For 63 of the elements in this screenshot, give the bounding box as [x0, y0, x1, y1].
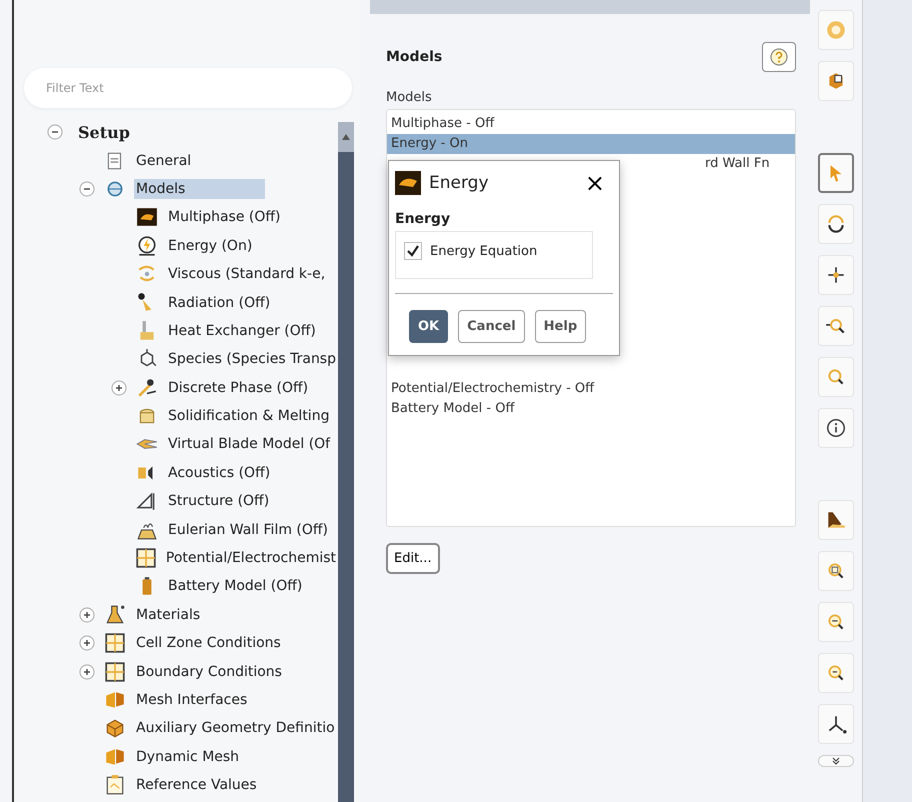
info-icon — [825, 417, 847, 439]
expander-toggle[interactable] — [111, 380, 127, 396]
tree-item[interactable]: Discrete Phase (Off) — [166, 378, 310, 398]
help-icon — [769, 47, 789, 67]
tree-item[interactable]: Solidification & Melting — [166, 406, 332, 426]
tree-item[interactable]: Potential/Electrochemist — [164, 548, 338, 568]
caret-icon — [342, 134, 350, 140]
tree-item[interactable]: Energy (On) — [166, 236, 254, 256]
tree-item[interactable]: Eulerian Wall Film (Off) — [166, 520, 330, 540]
list-item[interactable]: Potential/Electrochemistry - Off — [387, 379, 795, 399]
grid-icon — [135, 547, 158, 570]
edit-button[interactable]: Edit... — [386, 543, 440, 574]
tree-item[interactable]: Multiphase (Off) — [166, 207, 283, 228]
tree-item[interactable]: Acoustics (Off) — [166, 462, 272, 483]
tree-item[interactable]: Materials — [134, 604, 202, 625]
expander-toggle[interactable] — [79, 664, 95, 680]
tree-item[interactable]: Models — [134, 178, 266, 199]
tree-item[interactable]: Radiation (Off) — [166, 292, 272, 313]
lightning-icon — [136, 234, 158, 257]
tree-item[interactable]: Dynamic Mesh — [134, 746, 242, 767]
tree-item[interactable]: Boundary Conditions — [134, 662, 284, 682]
grid-icon — [104, 632, 126, 654]
flask-icon — [104, 604, 126, 626]
tree-item[interactable]: General — [134, 150, 194, 171]
grid-icon — [104, 660, 126, 683]
tree-item[interactable]: Reference Values — [134, 775, 259, 796]
scrollbar[interactable] — [338, 122, 354, 802]
cube-icon — [104, 717, 126, 740]
expander-toggle[interactable] — [47, 124, 63, 140]
checkbox[interactable] — [404, 242, 422, 260]
tree-item[interactable]: Structure (Off) — [166, 491, 272, 512]
expander-toggle[interactable] — [79, 180, 95, 197]
expander-toggle[interactable] — [79, 606, 95, 623]
tree-item[interactable]: Mesh Interfaces — [134, 690, 250, 710]
expander-toggle[interactable] — [79, 635, 95, 652]
tile-icon — [395, 171, 421, 195]
tile-icon — [136, 206, 158, 228]
tree-item[interactable]: Viscous (Standard k-e, — [166, 264, 328, 284]
close-button[interactable]: × — [576, 171, 613, 195]
list-item[interactable]: Energy - On — [387, 134, 795, 154]
dialog-button[interactable]: Cancel — [458, 310, 525, 343]
list-item[interactable]: Battery Model - Off — [387, 399, 795, 419]
tree-item[interactable]: Virtual Blade Model (Of — [166, 434, 332, 454]
group-label: Energy — [395, 211, 452, 227]
list-label: Models — [386, 90, 433, 105]
dialog-button[interactable]: Help — [534, 310, 586, 343]
checkbox-label: Energy Equation — [430, 244, 538, 258]
dialog-title: Energy — [429, 173, 490, 193]
dialog-button[interactable]: OK — [409, 310, 448, 343]
tree-item[interactable]: Species (Species Transp — [166, 349, 338, 370]
more-button[interactable] — [818, 755, 854, 767]
tree-item[interactable]: Setup — [76, 120, 132, 144]
tree-item[interactable]: Auxiliary Geometry Definitio — [134, 718, 337, 738]
tree-item[interactable]: Heat Exchanger (Off) — [166, 320, 318, 341]
chevron-icon — [832, 757, 840, 765]
list-item[interactable]: Multiphase - Off — [387, 114, 795, 134]
particle-icon — [136, 376, 158, 399]
clipboard-icon — [104, 774, 126, 796]
help-button[interactable] — [762, 42, 796, 72]
filter-field[interactable]: Filter Text — [24, 68, 352, 108]
tree-item[interactable]: Cell Zone Conditions — [134, 633, 283, 654]
tree-item[interactable]: Battery Model (Off) — [166, 576, 304, 596]
page-title: Models — [386, 49, 442, 65]
